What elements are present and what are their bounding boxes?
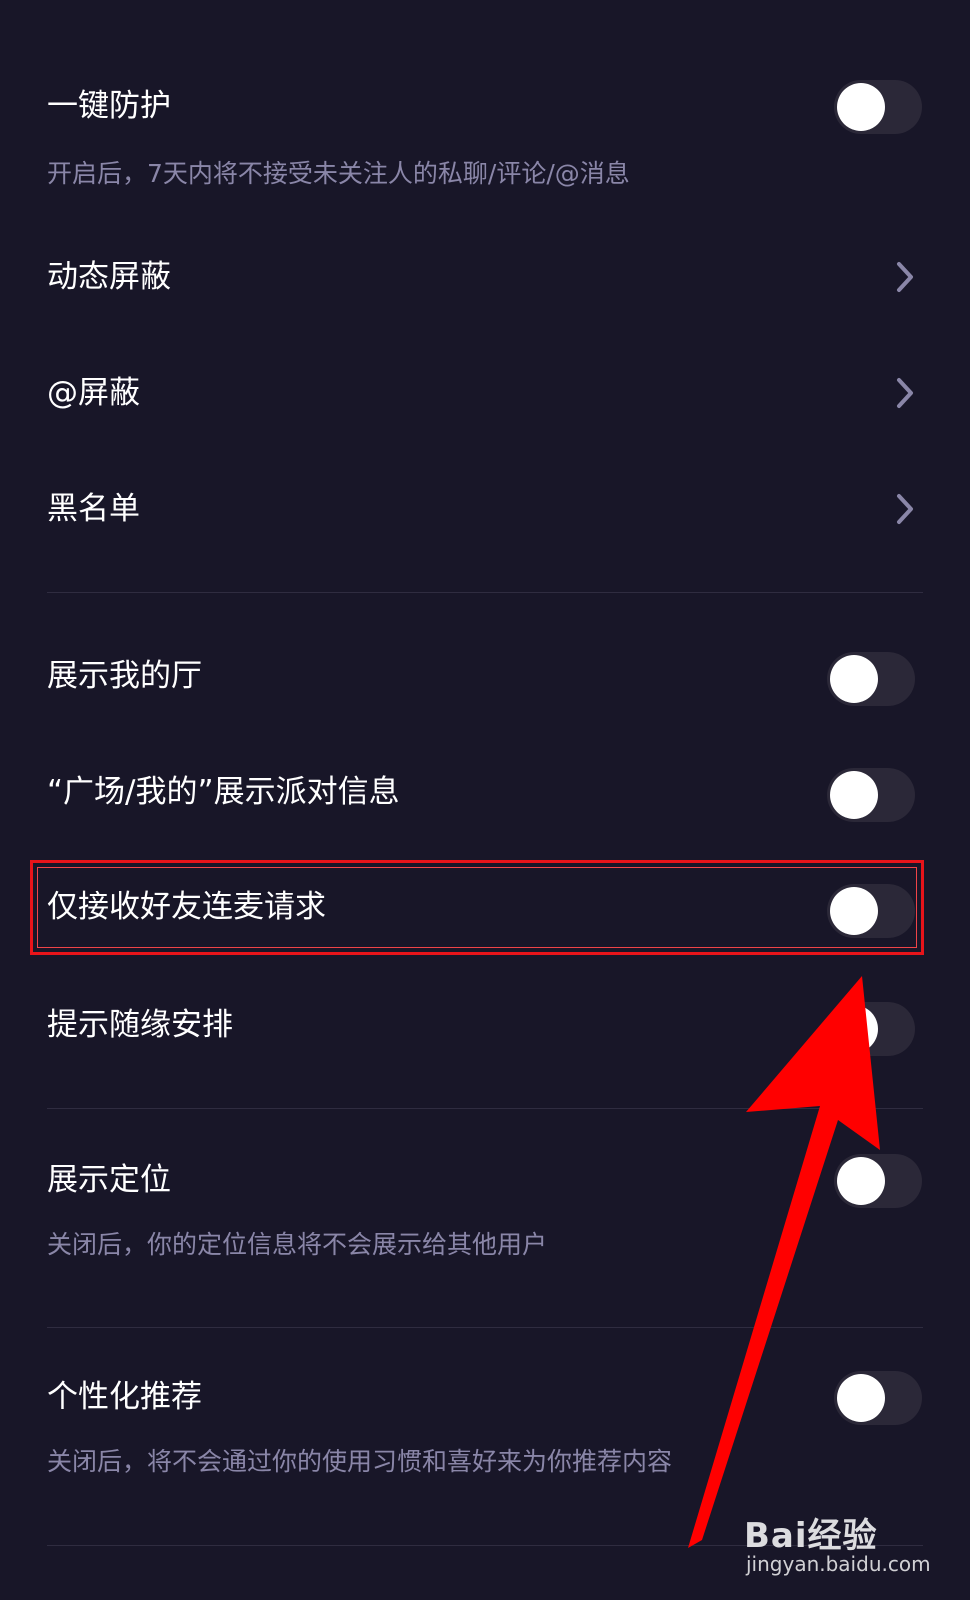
setting-row-at-block[interactable]: @屏蔽 xyxy=(0,356,970,436)
one-key-protection-toggle[interactable] xyxy=(834,80,922,134)
toggle-knob xyxy=(837,1374,885,1422)
setting-description: 关闭后，你的定位信息将不会展示给其他用户 xyxy=(47,1230,548,1259)
watermark-url: jingyan.baidu.com xyxy=(746,1552,931,1576)
toggle-knob xyxy=(830,887,878,935)
setting-label: 展示定位 xyxy=(47,1162,171,1198)
section-divider xyxy=(47,1108,923,1109)
setting-row-personalized-recommendation: 个性化推荐 关闭后，将不会通过你的使用习惯和喜好来为你推荐内容 xyxy=(0,1370,970,1500)
setting-row-show-my-hall: 展示我的厅 xyxy=(0,638,970,718)
toggle-knob xyxy=(837,1157,885,1205)
show-my-hall-toggle[interactable] xyxy=(827,652,915,706)
privacy-settings-screen: { "settings": { "one_key_protection": { … xyxy=(0,0,970,1600)
toggle-knob xyxy=(837,83,885,131)
setting-row-dynamic-block[interactable]: 动态屏蔽 xyxy=(0,240,970,320)
show-location-toggle[interactable] xyxy=(834,1154,922,1208)
setting-label: @屏蔽 xyxy=(47,375,140,411)
toggle-knob xyxy=(830,771,878,819)
setting-row-friends-only-mic: 仅接收好友连麦请求 xyxy=(0,870,970,950)
setting-label: 黑名单 xyxy=(47,491,140,527)
setting-description: 开启后，7天内将不接受未关注人的私聊/评论/@消息 xyxy=(47,159,630,188)
setting-label: 一键防护 xyxy=(47,88,171,124)
setting-label: “广场/我的”展示派对信息 xyxy=(47,774,400,810)
friends-only-mic-toggle[interactable] xyxy=(827,884,915,938)
setting-label: 动态屏蔽 xyxy=(47,259,171,295)
setting-label: 展示我的厅 xyxy=(47,658,202,694)
personalized-recommendation-toggle[interactable] xyxy=(834,1371,922,1425)
chevron-right-icon xyxy=(897,494,913,524)
setting-label: 提示随缘安排 xyxy=(47,1007,233,1043)
setting-row-blacklist[interactable]: 黑名单 xyxy=(0,472,970,552)
section-divider xyxy=(47,592,923,593)
toggle-knob xyxy=(830,655,878,703)
setting-row-show-location: 展示定位 关闭后，你的定位信息将不会展示给其他用户 xyxy=(0,1150,970,1280)
setting-label: 个性化推荐 xyxy=(47,1379,202,1415)
random-arrangement-toggle[interactable] xyxy=(827,1002,915,1056)
chevron-right-icon xyxy=(897,262,913,292)
setting-row-show-party-info: “广场/我的”展示派对信息 xyxy=(0,755,970,835)
setting-row-one-key-protection: 一键防护 开启后，7天内将不接受未关注人的私聊/评论/@消息 xyxy=(0,70,970,220)
setting-row-random-arrangement: 提示随缘安排 xyxy=(0,988,970,1068)
show-party-info-toggle[interactable] xyxy=(827,768,915,822)
setting-description: 关闭后，将不会通过你的使用习惯和喜好来为你推荐内容 xyxy=(47,1447,673,1476)
setting-label: 仅接收好友连麦请求 xyxy=(47,889,326,925)
section-divider xyxy=(47,1327,923,1328)
chevron-right-icon xyxy=(897,378,913,408)
toggle-knob xyxy=(830,1005,878,1053)
watermark-logo: Bai经验 xyxy=(744,1516,878,1556)
